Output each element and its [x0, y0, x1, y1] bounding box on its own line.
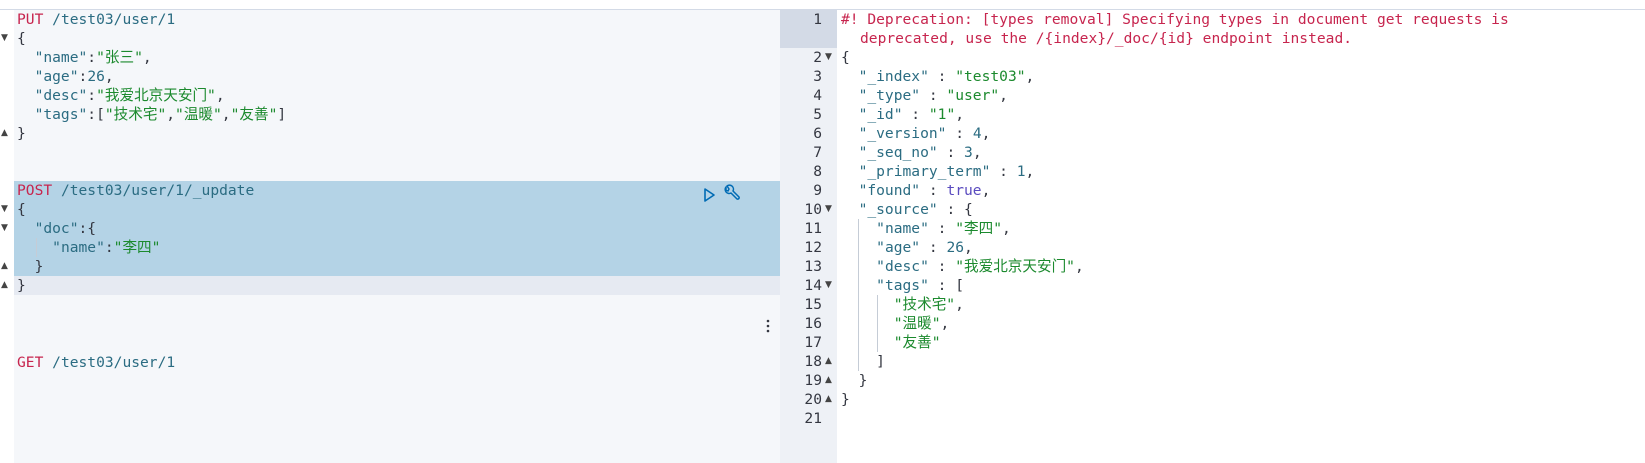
line-number: 9 [813, 182, 822, 199]
line-number: 21 [804, 410, 822, 427]
line-number: 12 [804, 239, 822, 256]
http-method: POST [17, 182, 53, 199]
code-line: } [17, 125, 26, 142]
resize-handle-icon[interactable] [765, 318, 771, 334]
http-method: PUT [17, 11, 44, 28]
code-line: "name":"李四" [52, 239, 161, 256]
play-icon[interactable] [700, 186, 718, 204]
code-line: "友善" [893, 334, 941, 351]
code-line: "desc" : "我爱北京天安门", [876, 258, 1084, 275]
code-line: "_primary_term" : 1, [858, 163, 1035, 180]
code-line: "_index" : "test03", [858, 68, 1035, 85]
code-line: "tags" : [ [876, 277, 965, 294]
wrench-icon[interactable] [722, 184, 742, 204]
code-line: { [17, 201, 26, 218]
line-number: 16 [804, 315, 822, 332]
code-line: "found" : true, [858, 182, 991, 199]
top-border [0, 0, 1645, 10]
deprecation-warning: #! Deprecation: [types removal] Specifyi… [841, 11, 1509, 28]
line-number: 19 [804, 372, 822, 389]
line-number: 3 [813, 68, 822, 85]
line-number: 4 [813, 87, 822, 104]
line-number: 18 [804, 353, 822, 370]
line-number: 14 [804, 277, 822, 294]
request-line[interactable]: PUT /test03/user/1 [17, 10, 175, 29]
request-url: /test03/user/1/_update [60, 182, 255, 199]
fold-close-icon[interactable]: ▲ [825, 352, 835, 371]
line-number: 17 [804, 334, 822, 351]
fold-close-icon[interactable]: ▲ [1, 276, 11, 295]
request-url: /test03/user/1 [52, 354, 176, 371]
code-line: "_id" : "1", [858, 106, 965, 123]
line-number: 7 [813, 144, 822, 161]
code-line: "doc":{ [34, 220, 97, 237]
line-number: 1 [813, 11, 822, 28]
fold-open-icon[interactable]: ▼ [825, 48, 835, 67]
fold-open-icon[interactable]: ▼ [1, 200, 11, 219]
line-number: 6 [813, 125, 822, 142]
fold-close-icon[interactable]: ▲ [825, 371, 835, 390]
code-line: "age":26, [34, 68, 114, 85]
request-line[interactable]: GET /test03/user/1 [17, 353, 175, 372]
code-line: "name" : "李四", [876, 220, 1011, 237]
code-line: "_seq_no" : 3, [858, 144, 982, 161]
code-line: "_version" : 4, [858, 125, 991, 142]
line-number: 10 [804, 201, 822, 218]
code-line: } [17, 277, 26, 294]
fold-open-icon[interactable]: ▼ [1, 219, 11, 238]
code-line: } [34, 258, 44, 275]
code-line: "_source" : { [858, 201, 973, 218]
line-number: 20 [804, 391, 822, 408]
http-method: GET [17, 354, 44, 371]
active-line-highlight [14, 276, 800, 295]
code-line: { [841, 49, 850, 66]
fold-close-icon[interactable]: ▲ [1, 257, 11, 276]
line-number: 5 [813, 106, 822, 123]
line-number: 15 [804, 296, 822, 313]
line-number: 11 [804, 220, 822, 237]
line-number: 8 [813, 163, 822, 180]
line-number: 13 [804, 258, 822, 275]
code-line: "温暖", [893, 315, 950, 332]
fold-close-icon[interactable]: ▲ [1, 124, 11, 143]
code-line: "name":"张三", [34, 49, 152, 66]
code-line: "tags":["技术宅","温暖","友善"] [34, 106, 287, 123]
request-line[interactable]: POST /test03/user/1/_update [17, 181, 254, 200]
code-line: ] [841, 353, 885, 370]
fold-close-icon[interactable]: ▲ [825, 390, 835, 409]
code-line: "_type" : "user", [858, 87, 1008, 104]
code-line: } [841, 391, 850, 408]
fold-open-icon[interactable]: ▼ [1, 29, 11, 48]
line-number: 2 [813, 49, 822, 66]
code-line: { [17, 30, 26, 47]
code-line: "age" : 26, [876, 239, 973, 256]
code-line: } [841, 372, 868, 389]
code-line: "技术宅", [893, 296, 964, 313]
fold-open-icon[interactable]: ▼ [825, 200, 835, 219]
fold-open-icon[interactable]: ▼ [825, 276, 835, 295]
request-url: /test03/user/1 [52, 11, 176, 28]
code-line: "desc":"我爱北京天安门", [34, 87, 225, 104]
deprecation-warning: deprecated, use the /{index}/_doc/{id} e… [860, 30, 1353, 47]
